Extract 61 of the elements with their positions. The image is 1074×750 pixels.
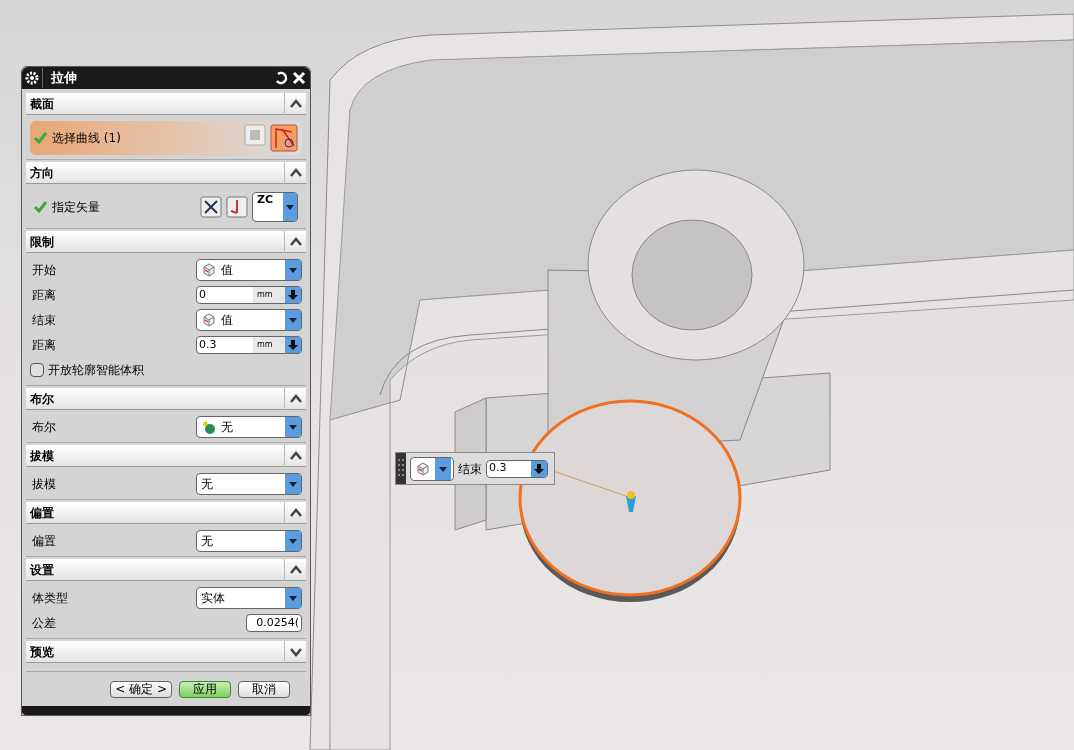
section-header[interactable]: 布尔 <box>26 388 306 410</box>
close-icon[interactable] <box>292 71 306 85</box>
expand-icon[interactable] <box>289 646 302 657</box>
field-label: 指定矢量 <box>52 199 101 216</box>
number-field[interactable]: 0 mm <box>196 286 302 304</box>
collapse-icon[interactable] <box>289 236 302 247</box>
collapse-icon[interactable] <box>289 167 302 178</box>
vector-handle-icon[interactable] <box>626 491 636 512</box>
checkbox[interactable] <box>30 363 44 377</box>
dropdown[interactable]: 无 <box>196 530 302 552</box>
vector-icon[interactable] <box>226 196 248 218</box>
curve-icon[interactable] <box>270 124 298 152</box>
cube-icon <box>201 312 217 328</box>
dropdown[interactable]: 实体 <box>196 587 302 609</box>
selection-row[interactable]: 选择曲线 (1) <box>30 121 302 155</box>
dropdown[interactable]: 无 <box>196 473 302 495</box>
dropdown[interactable] <box>410 456 454 481</box>
collapse-icon[interactable] <box>289 393 302 404</box>
field-label: 开始 <box>31 262 57 279</box>
section-header[interactable]: 限制 <box>26 231 306 253</box>
dialog-button[interactable]: 应用 <box>179 681 231 698</box>
field-label: 拔模 <box>31 476 57 493</box>
cube-icon <box>415 460 431 477</box>
section-header[interactable]: 偏置 <box>26 502 306 524</box>
checkbox-label: 开放轮廓智能体积 <box>48 362 144 379</box>
section-header[interactable]: 截面 <box>26 93 306 115</box>
section-header[interactable]: 预览 <box>26 641 306 663</box>
collapse-icon[interactable] <box>289 98 302 109</box>
number-field[interactable]: 0.3 <box>486 459 548 478</box>
cube-icon <box>201 262 217 278</box>
reset-icon[interactable] <box>274 71 288 85</box>
collapse-icon[interactable] <box>289 564 302 575</box>
field-label: 结束 <box>458 460 482 478</box>
bool-icon <box>201 419 217 435</box>
grip-icon[interactable] <box>396 453 406 484</box>
section-header[interactable]: 设置 <box>26 559 306 581</box>
field-label: 偏置 <box>31 533 57 550</box>
field-label: 结束 <box>31 312 57 329</box>
down-arrow-icon[interactable] <box>531 460 547 477</box>
number-field[interactable]: 0.3 mm <box>196 336 302 354</box>
down-arrow-icon[interactable] <box>285 337 301 353</box>
tolerance-field[interactable]: 0.0254( <box>246 614 302 632</box>
dialog-button[interactable]: 取消 <box>238 681 290 698</box>
collapse-icon[interactable] <box>289 450 302 461</box>
vector-dropdown[interactable]: ZC <box>252 192 298 222</box>
down-arrow-icon[interactable] <box>285 287 301 303</box>
section-header[interactable]: 方向 <box>26 162 306 184</box>
field-label: 布尔 <box>31 419 57 436</box>
dialog-title: 拉伸 <box>42 68 274 88</box>
collapse-icon[interactable] <box>289 507 302 518</box>
field-label: 公差 <box>31 615 57 632</box>
dialog-button[interactable]: < 确定 > <box>110 681 172 698</box>
dropdown[interactable]: 值 <box>196 309 302 331</box>
field-label: 距离 <box>31 287 57 304</box>
field-label: 距离 <box>31 337 57 354</box>
section-header[interactable]: 拔模 <box>26 445 306 467</box>
dropdown[interactable]: 值 <box>196 259 302 281</box>
field-label: 体类型 <box>31 590 69 607</box>
dropdown[interactable]: 无 <box>196 416 302 438</box>
settings-icon[interactable] <box>25 71 39 85</box>
reverse-direction-icon[interactable] <box>200 196 222 218</box>
